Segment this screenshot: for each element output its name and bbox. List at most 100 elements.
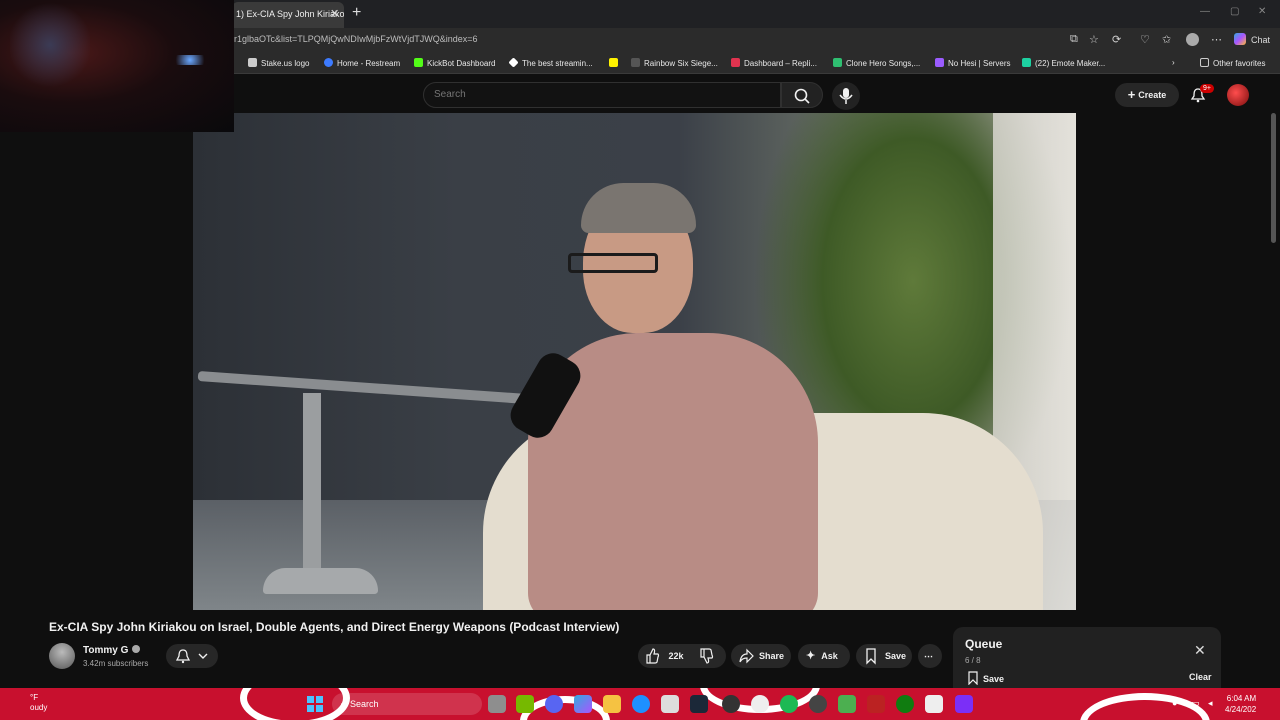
channel-name[interactable]: Tommy G [83, 645, 141, 656]
bookmark-item[interactable] [609, 58, 622, 68]
more-menu-icon[interactable]: ⋯ [1211, 33, 1222, 46]
discord-icon[interactable] [545, 695, 563, 713]
weather-widget[interactable]: °F oudy [30, 693, 47, 713]
volume-tray-icon[interactable]: ◂ [1208, 698, 1213, 709]
url-field[interactable]: r1glbaOTc&list=TLPQMjQwNDIwMjbFzWtVjdTJW… [234, 34, 478, 44]
weather-temp: °F [30, 693, 39, 702]
like-dislike-group: 22k [638, 644, 726, 668]
bookmark-item[interactable]: Dashboard – Repli... [731, 58, 817, 68]
queue-clear-button[interactable]: Clear [1189, 672, 1212, 682]
bookmark-icon [731, 58, 740, 67]
microphone-icon [839, 88, 853, 104]
app-b-icon[interactable] [838, 695, 856, 713]
bookmark-label: Dashboard – Repli... [744, 59, 817, 68]
share-label: Share [759, 651, 785, 661]
obs-icon[interactable] [722, 695, 740, 713]
xbox-icon[interactable] [896, 695, 914, 713]
notification-badge: 9+ [1200, 84, 1214, 93]
steam-icon[interactable] [690, 695, 708, 713]
voice-search-button[interactable] [832, 82, 860, 110]
folder-icon [1200, 58, 1209, 67]
save-button[interactable]: Save [856, 644, 912, 668]
clock-time: 6:04 AM [1226, 694, 1257, 703]
bookmark-item[interactable]: KickBot Dashboard [414, 58, 495, 68]
bookmark-item[interactable]: Stake.us logo [248, 58, 309, 68]
clock[interactable]: 6:04 AM 4/24/202 [1225, 693, 1256, 715]
search-box[interactable] [423, 82, 781, 108]
channel-avatar[interactable] [49, 643, 75, 669]
bookmark-icon [631, 58, 640, 67]
copilot-icon[interactable] [574, 695, 592, 713]
taskbar-search-label: Search [350, 699, 379, 709]
search-input[interactable] [434, 89, 764, 100]
more-actions-button[interactable]: ⋯ [918, 644, 942, 668]
queue-title: Queue [965, 637, 1003, 651]
favorites-icon[interactable]: ✩ [1162, 33, 1171, 46]
tab-title: 1) Ex-CIA Spy John Kiriako [236, 9, 344, 19]
bookmark-save-icon [866, 648, 876, 665]
4k-downloader-icon[interactable] [809, 695, 827, 713]
close-icon[interactable]: ✕ [1194, 642, 1206, 659]
split-screen-icon[interactable]: ⧉ [1070, 33, 1078, 46]
bookmark-label: Clone Hero Songs,... [846, 59, 921, 68]
display-tray-icon[interactable]: ▭ [1191, 698, 1200, 709]
microphone-tray-icon[interactable]: ● [1172, 698, 1177, 708]
spotify-icon[interactable] [780, 695, 798, 713]
queue-save-button[interactable]: Save [967, 671, 1004, 686]
bell-icon [175, 649, 208, 664]
bookmark-item[interactable]: Rainbow Six Siege... [631, 58, 718, 68]
subscription-bell-button[interactable] [166, 644, 218, 668]
page-scrollbar[interactable] [1268, 113, 1280, 688]
video-player[interactable] [193, 113, 1076, 610]
app-icon[interactable] [867, 695, 885, 713]
ask-button[interactable]: ✦ Ask [798, 644, 850, 668]
thumbs-down-icon [700, 648, 714, 664]
close-window-icon[interactable]: ✕ [1258, 6, 1266, 17]
app-icon[interactable] [955, 695, 973, 713]
favorite-star-icon[interactable]: ☆ [1089, 33, 1099, 46]
bookmark-label: The best streamin... [522, 59, 593, 68]
video-title: Ex-CIA Spy John Kiriakou on Israel, Doub… [49, 620, 620, 634]
weather-desc: oudy [30, 703, 48, 712]
like-button[interactable]: 22k [644, 644, 684, 668]
bookmark-item[interactable]: (22) Emote Maker... [1022, 58, 1105, 68]
share-button[interactable]: Share [731, 644, 791, 668]
maximize-icon[interactable]: ▢ [1230, 6, 1239, 17]
copilot-chat-button[interactable]: Chat [1233, 33, 1270, 45]
windows-start-icon[interactable] [307, 696, 323, 712]
bookmark-item[interactable]: No Hesi | Servers [935, 58, 1011, 68]
chevron-right-icon[interactable]: › [1172, 58, 1175, 67]
settings-icon[interactable] [751, 695, 769, 713]
save-label: Save [885, 651, 907, 661]
tab-close-icon[interactable]: ✕ [330, 7, 339, 20]
extensions-icon[interactable]: ⟳ [1112, 33, 1121, 46]
edge-icon[interactable] [632, 695, 650, 713]
bookmark-item[interactable]: The best streamin... [508, 57, 593, 68]
taskbar-search[interactable]: ⌕ Search [332, 693, 482, 715]
active-tab[interactable]: 1) Ex-CIA Spy John Kiriako [232, 2, 344, 28]
account-avatar[interactable] [1227, 84, 1249, 106]
profile-icon[interactable] [1186, 33, 1199, 46]
bookmark-item[interactable]: Clone Hero Songs,... [833, 58, 920, 68]
channel-name-text: Tommy G [83, 645, 129, 656]
app-icon[interactable] [925, 695, 943, 713]
plus-icon: + [1127, 87, 1136, 102]
search-button[interactable] [781, 82, 823, 108]
minimize-icon[interactable]: — [1200, 6, 1210, 17]
bookmark-icon [1022, 58, 1031, 67]
dislike-button[interactable] [698, 644, 714, 668]
other-favorites[interactable]: Other favorites [1200, 58, 1265, 68]
create-button[interactable]: + Create [1115, 83, 1179, 107]
search-icon: ⌕ [340, 699, 346, 709]
store-icon[interactable] [661, 695, 679, 713]
browser-essentials-icon[interactable]: ♡ [1140, 33, 1150, 46]
scrollbar-thumb[interactable] [1271, 113, 1276, 243]
task-view-icon[interactable] [488, 695, 506, 713]
bookmark-label: KickBot Dashboard [427, 59, 496, 68]
file-explorer-icon[interactable] [603, 695, 621, 713]
bookmark-item[interactable]: Home - Restream [324, 58, 400, 68]
bookmark-icon [414, 58, 423, 67]
new-tab-icon[interactable]: + [352, 4, 361, 22]
nvidia-icon[interactable] [516, 695, 534, 713]
webcam-figure [10, 0, 90, 90]
